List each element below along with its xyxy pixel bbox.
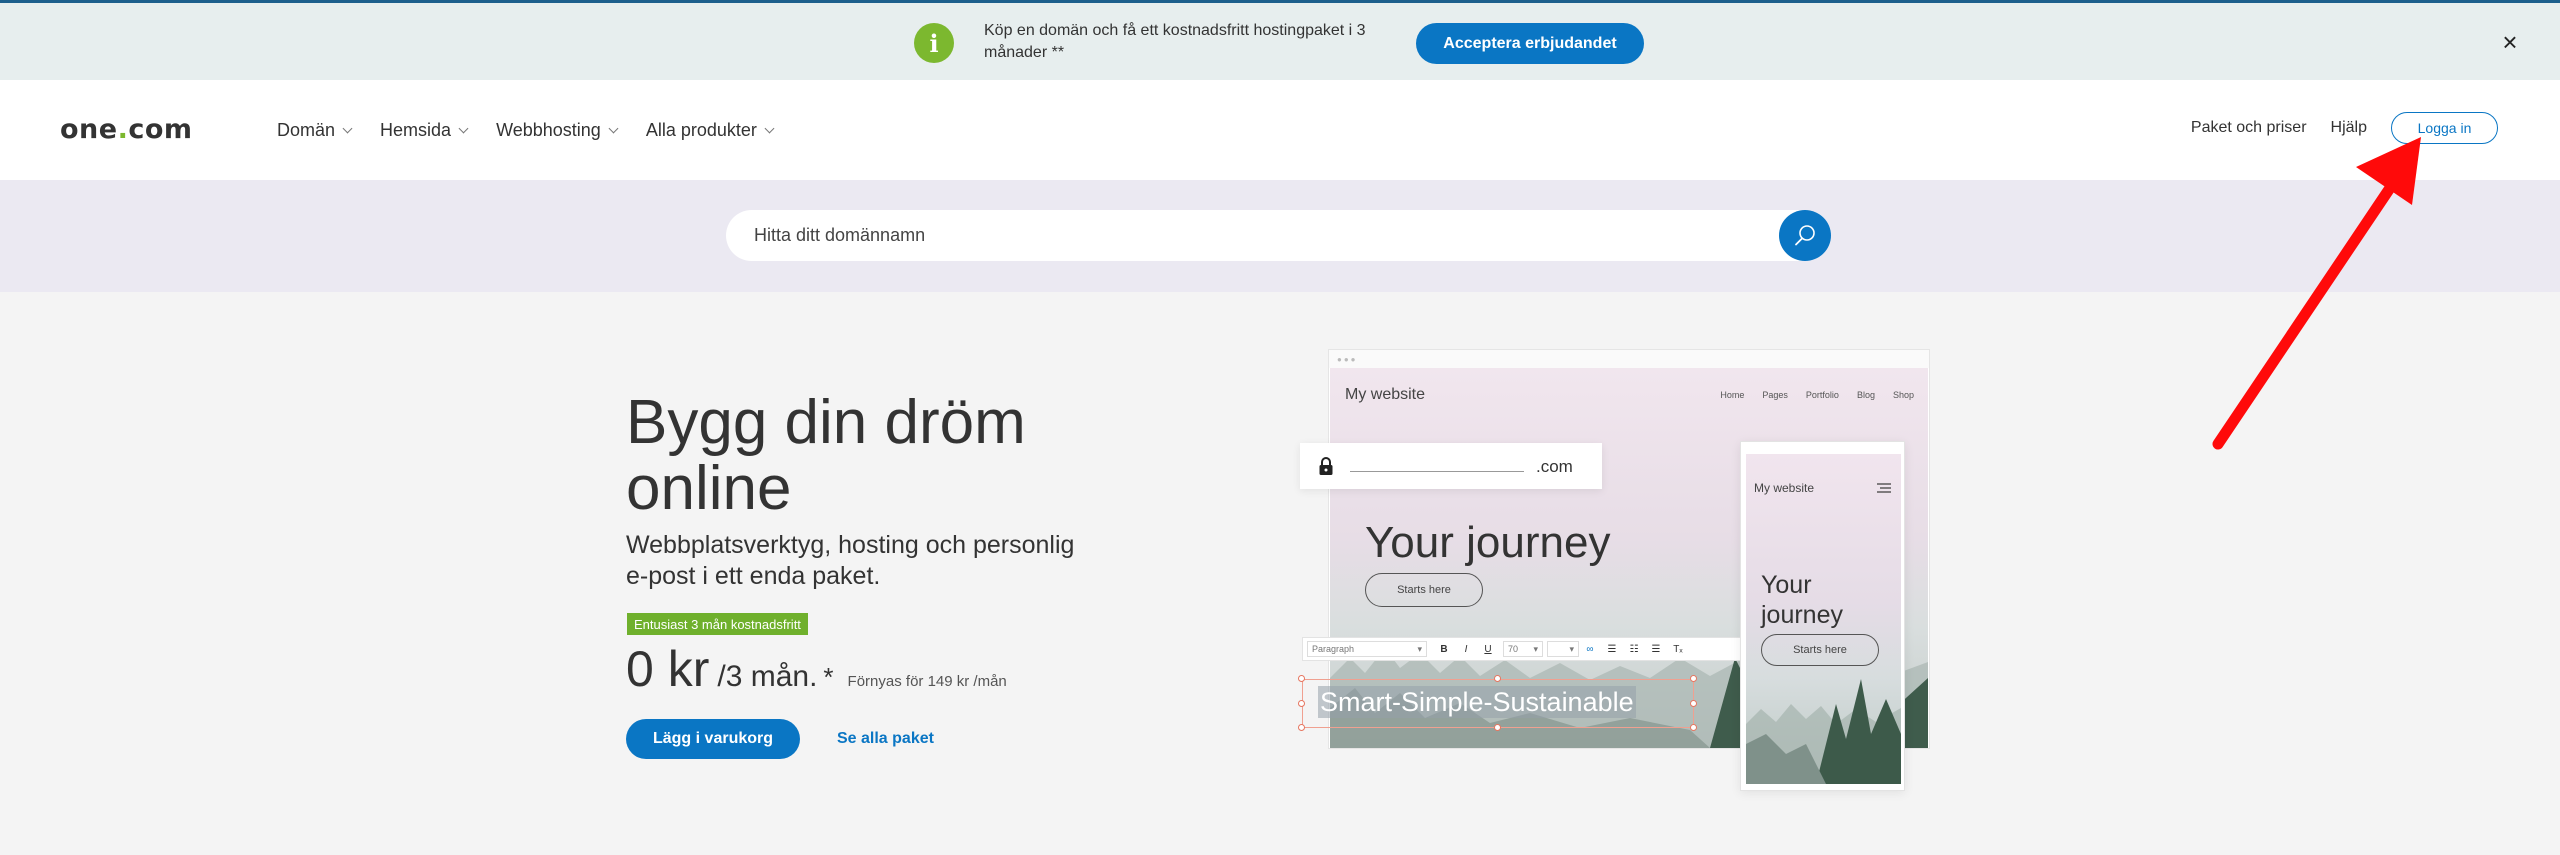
mock-site-nav: Home Pages Portfolio Blog Shop <box>1720 390 1914 400</box>
login-button[interactable]: Logga in <box>2391 112 2498 144</box>
hamburger-menu-icon <box>1877 483 1891 493</box>
clear-format-icon: Tₓ <box>1673 643 1683 655</box>
caret-down-icon: ▾ <box>1533 643 1538 654</box>
phone-site-name: My website <box>1754 481 1815 495</box>
price-period: /3 mån. <box>717 660 818 693</box>
align-left-icon: ☰ <box>1607 643 1617 655</box>
resize-handle <box>1298 724 1305 731</box>
caret-down-icon: ▾ <box>1417 643 1422 654</box>
mock-headline: Your journey <box>1365 518 1611 567</box>
domain-name-line <box>1350 471 1524 472</box>
hero-subtitle: Webbplatsverktyg, hosting och personlig … <box>626 531 1075 590</box>
unordered-list-icon: ☰ <box>1651 643 1661 655</box>
resize-handle <box>1690 724 1697 731</box>
info-icon: i <box>914 23 954 63</box>
close-icon[interactable]: × <box>2498 29 2522 55</box>
browser-bar: ●●● <box>1329 350 1929 368</box>
site-header: one.com Domän Hemsida Webbhosting Alla p… <box>0 80 2560 180</box>
search-icon <box>1795 225 1815 246</box>
search-band <box>0 180 2560 292</box>
font-size-select: 70 ▾ <box>1503 641 1543 657</box>
see-all-packages-link[interactable]: Se alla paket <box>837 730 934 748</box>
pricing-link[interactable]: Paket och priser <box>2191 119 2307 137</box>
phone-cta: Starts here <box>1761 634 1879 666</box>
domain-search-input[interactable] <box>754 210 1754 261</box>
bold-icon: B <box>1440 643 1448 655</box>
lock-icon <box>1319 457 1333 475</box>
chevron-down-icon <box>342 123 353 134</box>
add-to-cart-button[interactable]: Lägg i varukorg <box>626 719 800 759</box>
promo-banner: i Köp en domän och få ett kostnadsfritt … <box>0 0 2560 80</box>
header-actions: Paket och priser Hjälp Logga in <box>2191 112 2498 144</box>
accept-offer-button[interactable]: Acceptera erbjudandet <box>1416 23 1644 64</box>
color-select: ▾ <box>1547 641 1579 657</box>
main-nav: Domän Hemsida Webbhosting Alla produkter <box>277 120 802 141</box>
price-footnote-mark: * <box>823 662 834 692</box>
phone-preview: My website Your journey Starts here <box>1746 454 1901 784</box>
promo-text: Köp en domän och få ett kostnadsfritt ho… <box>984 22 1366 61</box>
underline-icon: U <box>1484 643 1492 655</box>
hero-title: Bygg din dröm online <box>626 388 1026 523</box>
style-select: Paragraph ▾ <box>1307 641 1427 657</box>
mock-cta: Starts here <box>1365 573 1483 607</box>
help-link[interactable]: Hjälp <box>2331 119 2367 137</box>
mock-site-name: My website <box>1345 386 1426 403</box>
phone-mockup: My website Your journey Starts here <box>1740 441 1905 791</box>
resize-handle <box>1298 700 1305 707</box>
resize-handle <box>1690 700 1697 707</box>
logo[interactable]: one.com <box>60 114 193 145</box>
forest-image <box>1746 679 1901 784</box>
offer-badge: Entusiast 3 mån kostnadsfritt <box>627 613 808 635</box>
ordered-list-icon: ☷ <box>1629 643 1639 655</box>
nav-item-website[interactable]: Hemsida <box>380 120 469 141</box>
search-button[interactable] <box>1779 210 1831 261</box>
italic-icon: I <box>1464 643 1468 655</box>
price-renewal: Förnyas för 149 kr /mån <box>847 673 1007 690</box>
domain-tld: .com <box>1536 457 1573 476</box>
nav-item-all-products[interactable]: Alla produkter <box>646 120 775 141</box>
resize-handle <box>1690 675 1697 682</box>
phone-headline: Your journey <box>1761 571 1843 629</box>
domain-card: .com <box>1300 443 1602 489</box>
editable-text: Smart-Simple-Sustainable <box>1318 686 1636 718</box>
window-dots-icon: ●●● <box>1337 355 1358 364</box>
chevron-down-icon <box>764 123 775 134</box>
price-amount: 0 kr <box>626 641 710 697</box>
editor-toolbar: Paragraph ▾ B I U 70 ▾ ▾ ∞ ☰ ☷ ☰ Tₓ <box>1302 637 1748 661</box>
nav-item-domain[interactable]: Domän <box>277 120 353 141</box>
resize-handle <box>1494 724 1501 731</box>
domain-search <box>726 210 1831 261</box>
chevron-down-icon <box>608 123 619 134</box>
resize-handle <box>1494 675 1501 682</box>
link-icon: ∞ <box>1586 643 1594 655</box>
price: 0 kr /3 mån. * Förnyas för 149 kr /mån <box>626 640 1007 698</box>
caret-down-icon: ▾ <box>1569 643 1574 654</box>
chevron-down-icon <box>458 123 469 134</box>
resize-handle <box>1298 675 1305 682</box>
nav-item-webhosting[interactable]: Webbhosting <box>496 120 619 141</box>
